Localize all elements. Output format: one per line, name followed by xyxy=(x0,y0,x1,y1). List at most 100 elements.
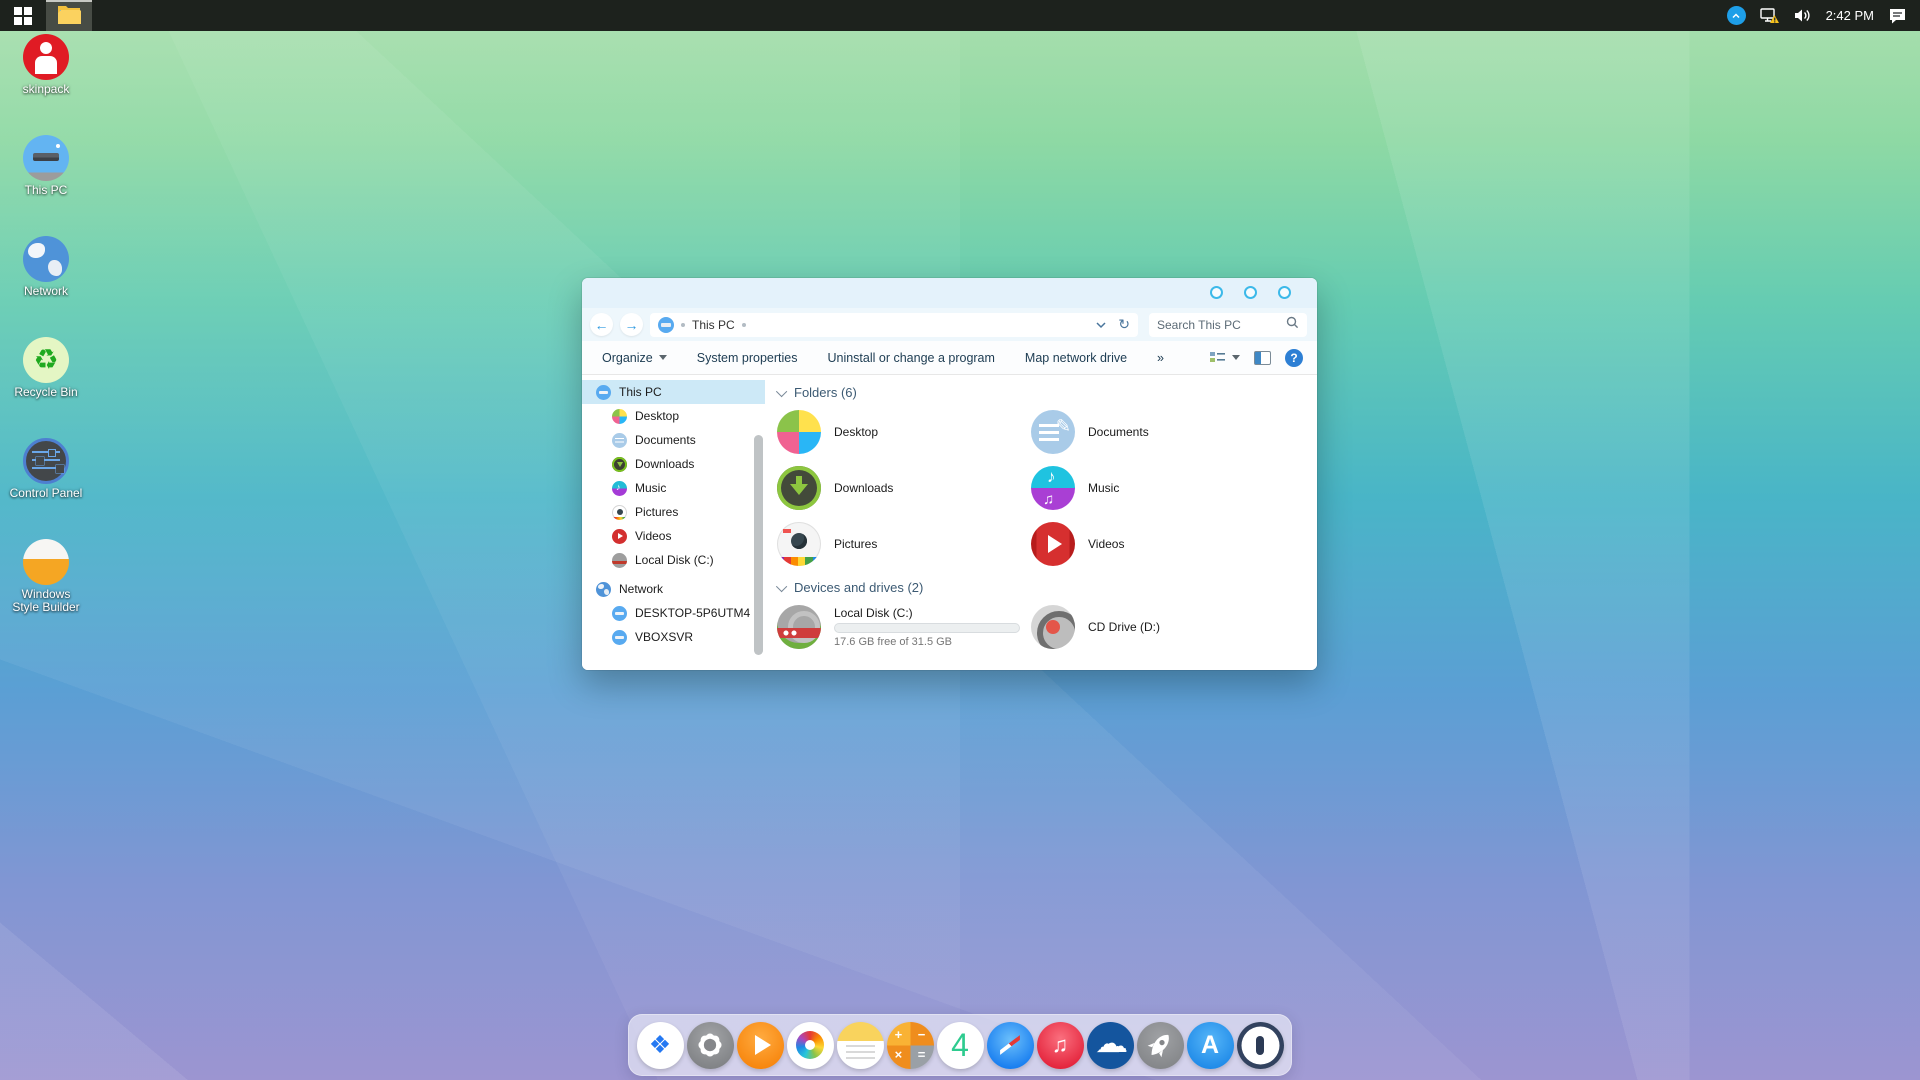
sidebar-item-desktop[interactable]: Desktop xyxy=(582,404,765,428)
app-4-icon[interactable]: 4 xyxy=(937,1022,984,1069)
desktop-icon-windows-style-builder[interactable]: Windows Style Builder xyxy=(4,539,88,640)
network-status-icon[interactable] xyxy=(1760,7,1780,24)
breadcrumb[interactable]: This PC xyxy=(692,318,735,332)
devices-grid: Local Disk (C:) 17.6 GB free of 31.5 GB … xyxy=(777,599,1317,655)
pictures-folder-icon xyxy=(612,505,627,520)
taskbar: 2:42 PM xyxy=(0,0,1920,31)
file-list-pane: Folders (6) Desktop Documents Downloads xyxy=(765,375,1317,670)
1password-icon[interactable] xyxy=(1237,1022,1284,1069)
tile-label: Videos xyxy=(1088,537,1124,551)
calculator-icon[interactable] xyxy=(887,1022,934,1069)
search-input[interactable] xyxy=(1157,318,1286,332)
sidebar-label: This PC xyxy=(619,385,662,399)
windows-logo-icon xyxy=(14,7,32,25)
address-dropdown-icon[interactable] xyxy=(1096,316,1106,334)
photos-icon[interactable] xyxy=(787,1022,834,1069)
sidebar-item-local-disk[interactable]: Local Disk (C:) xyxy=(582,548,765,572)
show-hidden-icons-button[interactable] xyxy=(1727,6,1746,25)
search-icon[interactable] xyxy=(1286,316,1299,334)
sidebar-item-this-pc[interactable]: This PC xyxy=(582,380,765,404)
music-folder-icon xyxy=(612,481,627,496)
breadcrumb-separator xyxy=(742,323,746,327)
action-center-icon[interactable] xyxy=(1888,8,1906,24)
navigation-sidebar: This PC Desktop Documents Downloads Musi… xyxy=(582,375,765,670)
collapse-chevron-icon[interactable] xyxy=(776,580,787,591)
volume-icon[interactable] xyxy=(1794,8,1812,23)
address-bar[interactable]: This PC ↻ xyxy=(650,313,1138,337)
help-button[interactable]: ? xyxy=(1285,349,1303,367)
onedrive-icon[interactable] xyxy=(1087,1022,1134,1069)
drive-tile-cd-drive-d[interactable]: CD Drive (D:) xyxy=(1031,599,1285,655)
desktop-icon-label: Control Panel xyxy=(10,487,83,500)
tile-label: Downloads xyxy=(834,481,893,495)
search-box[interactable] xyxy=(1149,313,1307,337)
sidebar-label: VBOXSVR xyxy=(635,630,693,644)
notes-icon[interactable] xyxy=(837,1022,884,1069)
group-header-label: Folders (6) xyxy=(794,385,857,400)
safari-icon[interactable] xyxy=(987,1022,1034,1069)
this-pc-mini-icon xyxy=(596,385,611,400)
desktop-icon-recycle-bin[interactable]: ♻ Recycle Bin xyxy=(4,337,88,438)
sidebar-label: Videos xyxy=(635,529,671,543)
map-network-drive-button[interactable]: Map network drive xyxy=(1025,351,1127,365)
sidebar-item-vboxsvr[interactable]: VBOXSVR xyxy=(582,625,765,649)
start-button[interactable] xyxy=(0,0,46,31)
window-minimize-button[interactable] xyxy=(1244,286,1257,299)
forward-button[interactable]: → xyxy=(620,313,643,336)
folders-group-header[interactable]: Folders (6) xyxy=(779,385,1317,400)
sidebar-item-documents[interactable]: Documents xyxy=(582,428,765,452)
settings-gear-icon[interactable] xyxy=(687,1022,734,1069)
change-view-button[interactable] xyxy=(1209,350,1240,366)
app-store-icon[interactable]: A xyxy=(1187,1022,1234,1069)
window-close-button[interactable] xyxy=(1210,286,1223,299)
refresh-icon[interactable]: ↻ xyxy=(1118,316,1130,333)
back-button[interactable]: ← xyxy=(590,313,613,336)
folder-tile-documents[interactable]: Documents xyxy=(1031,404,1285,460)
uninstall-program-button[interactable]: Uninstall or change a program xyxy=(827,351,994,365)
dropbox-icon[interactable]: ❖ xyxy=(637,1022,684,1069)
folder-tile-music[interactable]: Music xyxy=(1031,460,1285,516)
pictures-folder-icon xyxy=(777,522,821,566)
sidebar-item-pictures[interactable]: Pictures xyxy=(582,500,765,524)
preview-pane-icon[interactable] xyxy=(1254,351,1271,365)
sidebar-item-network[interactable]: Network xyxy=(582,577,765,601)
sidebar-label: Local Disk (C:) xyxy=(635,553,714,567)
sidebar-item-music[interactable]: Music xyxy=(582,476,765,500)
sidebar-label: Downloads xyxy=(635,457,694,471)
desktop-icon-skinpack[interactable]: skinpack xyxy=(4,34,88,135)
cd-drive-icon xyxy=(1031,605,1075,649)
organize-menu-button[interactable]: Organize xyxy=(602,351,667,365)
sidebar-label: Documents xyxy=(635,433,696,447)
desktop-icon-network[interactable]: Network xyxy=(4,236,88,337)
desktop-icon-this-pc[interactable]: This PC xyxy=(4,135,88,236)
folder-tile-downloads[interactable]: Downloads xyxy=(777,460,1031,516)
desktop-folder-icon xyxy=(612,409,627,424)
media-player-icon[interactable] xyxy=(737,1022,784,1069)
tile-label: Documents xyxy=(1088,425,1149,439)
music-folder-icon xyxy=(1031,466,1075,510)
devices-group-header[interactable]: Devices and drives (2) xyxy=(779,580,1317,595)
sidebar-item-desktop-5p6utm4[interactable]: DESKTOP-5P6UTM4 xyxy=(582,601,765,625)
drive-tile-local-disk-c[interactable]: Local Disk (C:) 17.6 GB free of 31.5 GB xyxy=(777,599,1031,655)
sidebar-item-downloads[interactable]: Downloads xyxy=(582,452,765,476)
desktop-icon-control-panel[interactable]: Control Panel xyxy=(4,438,88,539)
toolbar-more-chevron[interactable]: » xyxy=(1157,351,1164,365)
itunes-icon[interactable]: ♫ xyxy=(1037,1022,1084,1069)
folder-tile-desktop[interactable]: Desktop xyxy=(777,404,1031,460)
window-maximize-button[interactable] xyxy=(1278,286,1291,299)
dock: ❖ 4 ♫ A xyxy=(628,1014,1292,1076)
clock[interactable]: 2:42 PM xyxy=(1826,8,1874,23)
folder-tile-videos[interactable]: Videos xyxy=(1031,516,1285,572)
documents-folder-icon xyxy=(1031,410,1075,454)
this-pc-icon xyxy=(23,135,69,181)
rocket-launcher-icon[interactable] xyxy=(1137,1022,1184,1069)
sidebar-item-videos[interactable]: Videos xyxy=(582,524,765,548)
collapse-chevron-icon[interactable] xyxy=(776,385,787,396)
organize-label: Organize xyxy=(602,351,653,365)
system-properties-button[interactable]: System properties xyxy=(697,351,798,365)
sidebar-scrollbar[interactable] xyxy=(754,435,763,655)
folder-tile-pictures[interactable]: Pictures xyxy=(777,516,1031,572)
computer-mini-icon xyxy=(612,606,627,621)
taskbar-file-explorer-button[interactable] xyxy=(46,0,92,31)
window-titlebar[interactable] xyxy=(582,278,1317,308)
